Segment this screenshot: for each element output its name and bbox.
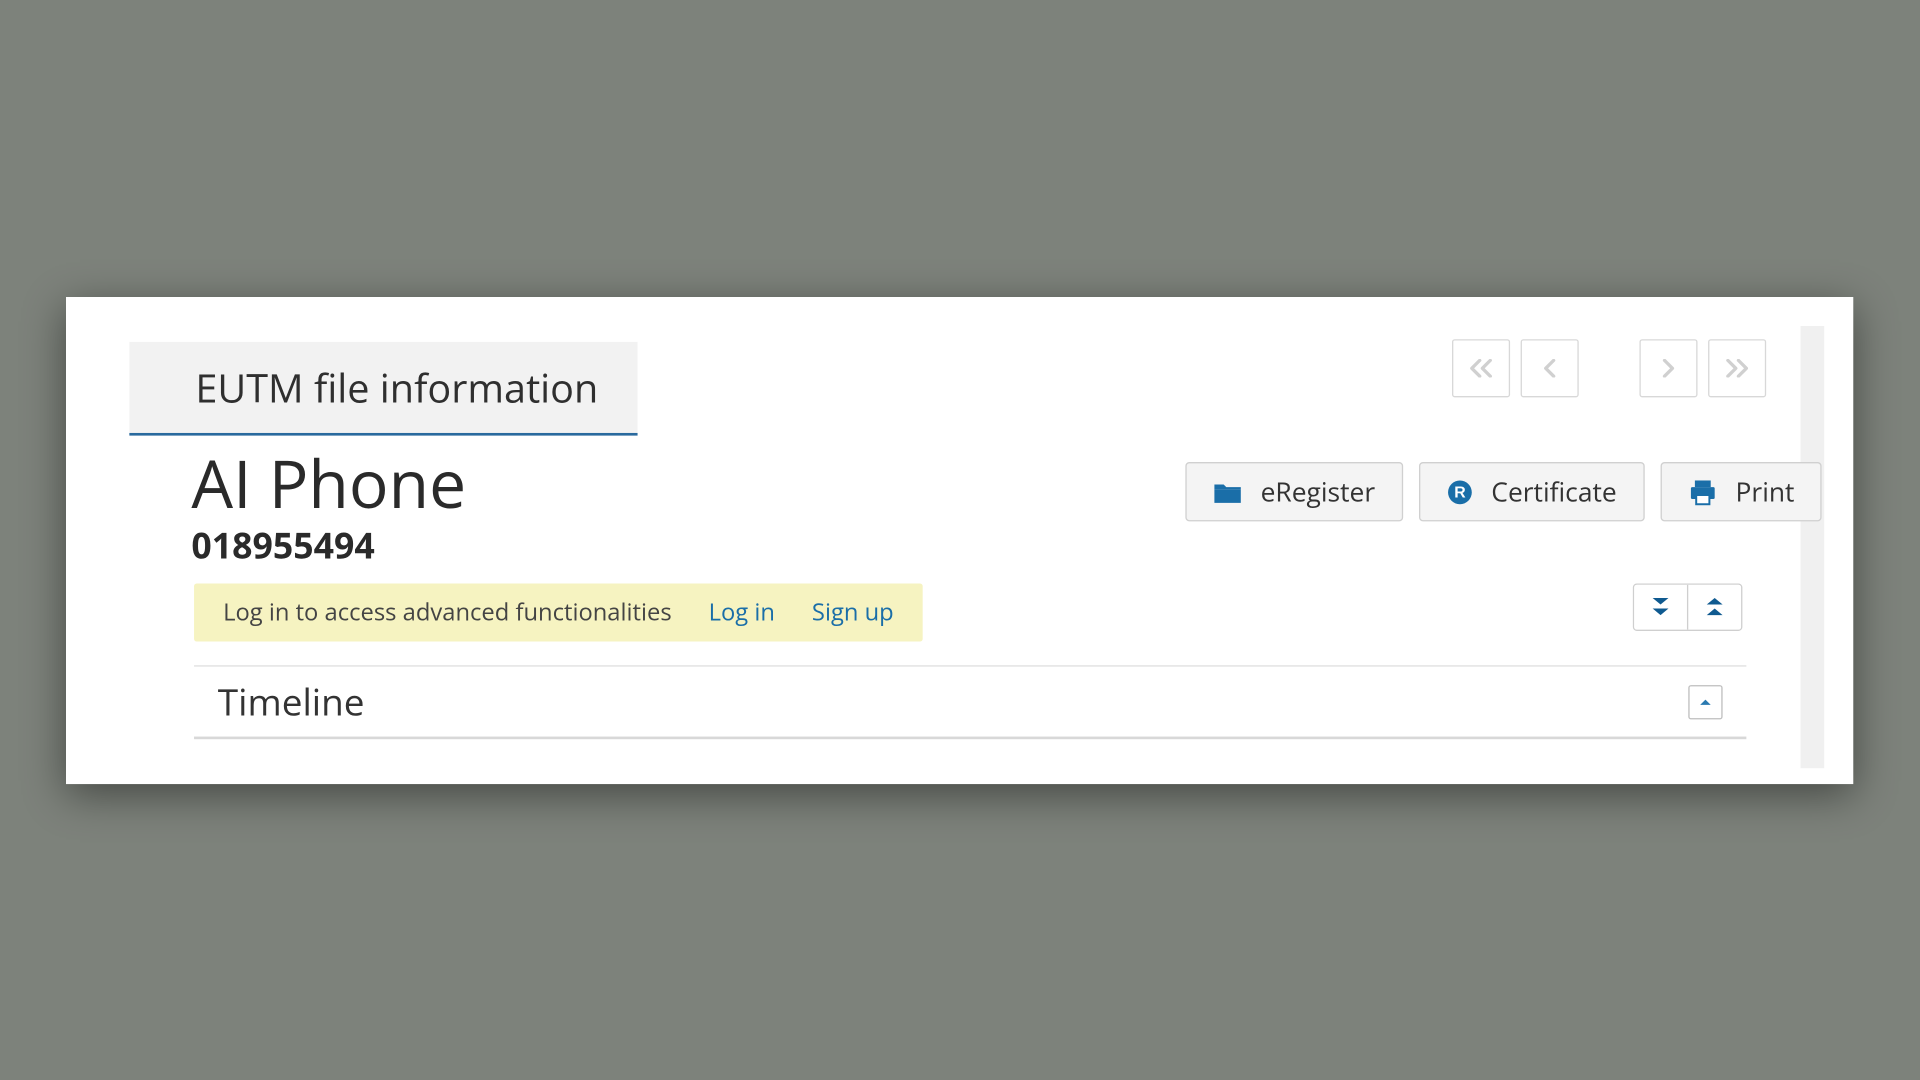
record-title: AI Phone [191,438,466,528]
registered-icon: R [1446,479,1472,505]
caret-up-icon [1699,696,1712,707]
double-chevron-right-icon [1724,359,1750,377]
timeline-title: Timeline [218,677,365,727]
folder-icon [1213,480,1242,504]
notice-text: Log in to access advanced functionalitie… [223,597,672,629]
eregister-label: eRegister [1261,474,1376,510]
record-number: 018955494 [191,520,374,569]
chevron-right-icon [1659,359,1677,377]
print-icon [1688,479,1717,505]
expand-all-button[interactable] [1634,585,1687,630]
certificate-label: Certificate [1491,474,1616,510]
scrollbar-track[interactable] [1800,326,1824,768]
timeline-section-header: Timeline [194,665,1746,739]
login-link[interactable]: Log in [709,597,775,629]
first-record-button[interactable] [1452,339,1510,397]
login-notice: Log in to access advanced functionalitie… [194,583,923,641]
collapse-all-button[interactable] [1687,585,1741,630]
tab-bar: EUTM file information [129,342,638,436]
print-button[interactable]: Print [1660,462,1822,521]
tab-eutm-file-information[interactable]: EUTM file information [129,342,638,436]
collapse-up-icon [1704,595,1725,619]
timeline-collapse-button[interactable] [1688,684,1722,718]
eregister-button[interactable]: eRegister [1185,462,1403,521]
last-record-button[interactable] [1708,339,1766,397]
print-label: Print [1736,474,1795,510]
double-chevron-left-icon [1468,359,1494,377]
action-buttons: eRegister R Certificate Print [1185,462,1822,521]
next-record-button[interactable] [1639,339,1697,397]
expand-down-icon [1650,595,1671,619]
previous-record-button[interactable] [1521,339,1579,397]
certificate-button[interactable]: R Certificate [1419,462,1645,521]
svg-text:R: R [1454,484,1466,501]
expand-collapse-group [1633,583,1743,631]
tab-label: EUTM file information [195,360,598,414]
record-pager [1452,339,1766,397]
chevron-left-icon [1540,359,1558,377]
signup-link[interactable]: Sign up [812,597,894,629]
